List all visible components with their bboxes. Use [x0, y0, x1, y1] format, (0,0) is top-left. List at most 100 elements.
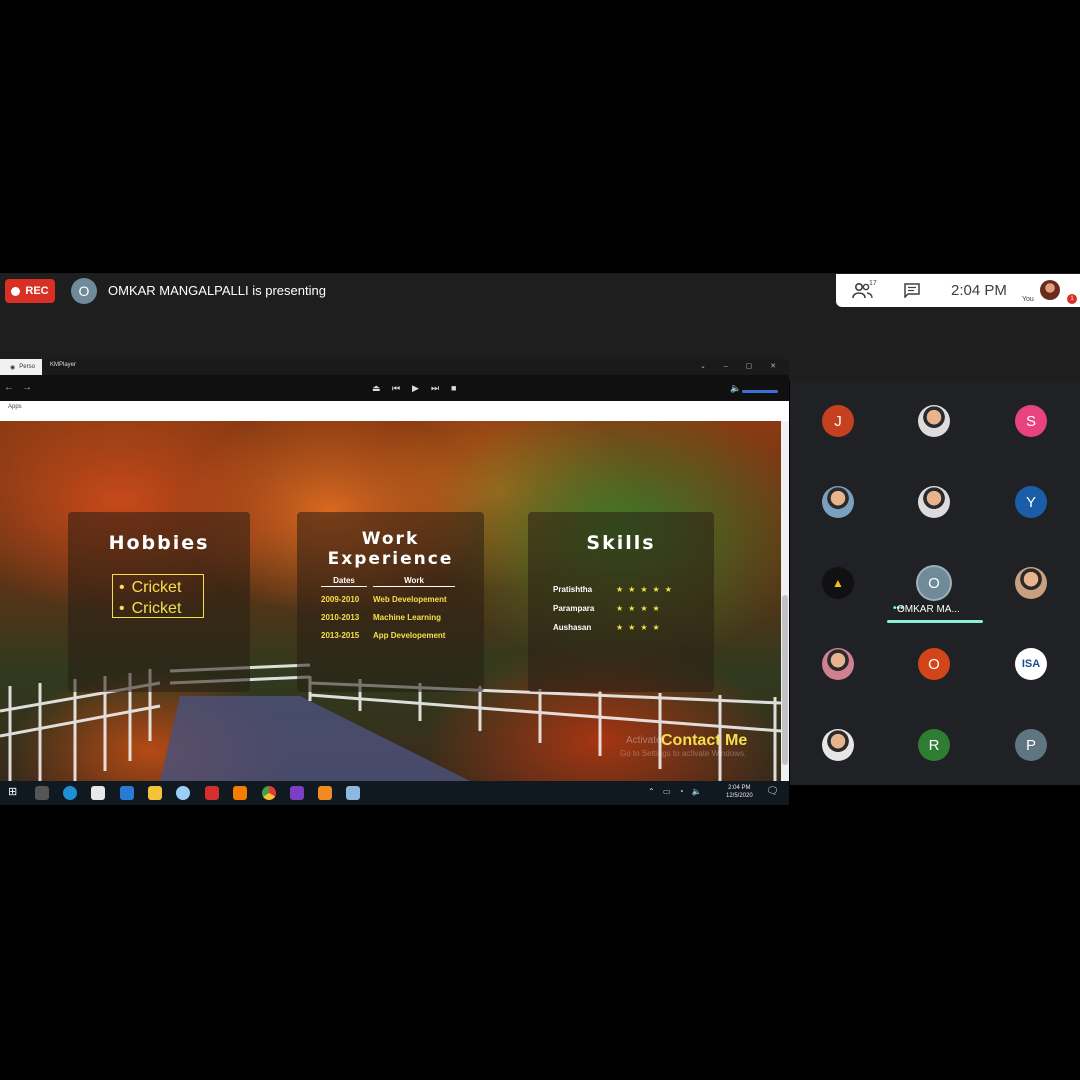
speaking-highlight-bar [887, 620, 983, 623]
work-title-cell: Web Developement [373, 595, 447, 604]
hobbies-title: Hobbies [108, 532, 210, 554]
taskbar-date: 12/5/2020 [726, 793, 753, 799]
taskbar-clock[interactable]: 2:04 PM 12/5/2020 [726, 784, 753, 800]
stop-icon[interactable]: ■ [451, 383, 456, 393]
volume-slider[interactable] [742, 390, 778, 393]
hobbies-card: Hobbies Cricket Cricket [68, 512, 250, 692]
hobbies-list: Cricket Cricket [112, 574, 204, 618]
work-title-cell: Machine Learning [373, 613, 442, 622]
participant-avatar[interactable]: R [918, 729, 950, 761]
skill-rating-stars: ★★★★ [616, 604, 665, 613]
dates-header: Dates [321, 576, 367, 587]
participant-initial: S [1025, 412, 1036, 430]
portfolio-page: Hobbies Cricket Cricket Work Experience … [0, 421, 781, 781]
previous-icon[interactable]: ⏮ [392, 383, 400, 394]
participant-initial: O [928, 574, 940, 592]
mail-icon[interactable] [120, 786, 134, 800]
notification-center-icon[interactable]: 🗨 [766, 786, 779, 797]
play-icon[interactable]: ▶ [412, 383, 419, 394]
participant-avatar[interactable]: S [1015, 405, 1047, 437]
speaking-participant-name: OMKAR MA... [897, 604, 960, 615]
warning-triangle-icon: ▲ [832, 576, 844, 590]
pdf-reader-icon[interactable] [205, 786, 219, 800]
system-tray-icons[interactable]: ⌃ ▭ ◔ 🔈 [648, 787, 705, 796]
hobby-item: Cricket [119, 577, 203, 598]
scrollbar-thumb[interactable] [782, 595, 788, 765]
notification-badge: 1 [1067, 294, 1077, 304]
hobby-item: Cricket [119, 598, 203, 619]
notepad-icon[interactable] [346, 786, 360, 800]
skill-name: Pratishtha [553, 585, 593, 594]
record-dot-icon [11, 286, 21, 296]
skills-card: Skills Pratishtha ★★★★★ Parampara ★★★★ A… [528, 512, 714, 692]
participant-avatar[interactable]: J [822, 405, 854, 437]
visual-studio-icon[interactable] [290, 786, 304, 800]
file-explorer-icon[interactable] [148, 786, 162, 800]
presenter-avatar: O [71, 278, 97, 304]
activate-windows-watermark: Activate [626, 735, 662, 746]
sublime-text-icon[interactable] [318, 786, 332, 800]
work-date-cell: 2010-2013 [321, 613, 360, 622]
participant-avatar[interactable]: Y [1015, 486, 1047, 518]
edge-browser-icon[interactable] [63, 786, 77, 800]
work-title-cell: App Developement [373, 631, 446, 640]
work-date-cell: 2013-2015 [321, 631, 360, 640]
photos-icon[interactable] [176, 786, 190, 800]
participant-avatar[interactable]: O [918, 648, 950, 680]
work-date-cell: 2009-2010 [321, 595, 360, 604]
skill-name: Parampara [553, 604, 595, 613]
skill-name: Aushasan [553, 623, 592, 632]
participant-initial: Y [1025, 493, 1036, 511]
browser-nav-arrows[interactable]: ←→ [4, 382, 40, 393]
app-icon[interactable] [233, 786, 247, 800]
participant-photo-avatar[interactable] [918, 486, 950, 518]
skill-rating-stars: ★★★★★ [616, 585, 677, 594]
chat-icon[interactable] [904, 283, 920, 298]
participant-photo-avatar[interactable] [822, 648, 854, 680]
presenting-status: OMKAR MANGALPALLI is presenting [108, 283, 326, 298]
player-app-label: KMPlayer [50, 362, 77, 368]
apps-shortcut[interactable]: Apps [8, 404, 22, 410]
task-view-icon[interactable] [35, 786, 49, 800]
browser-tab-label: Perso [19, 364, 35, 370]
activate-windows-subtext: Go to Settings to activate Windows. [620, 749, 747, 758]
window-controls[interactable]: ⌄ – ▢ ✕ [700, 362, 784, 370]
participant-initial: ISA [1021, 658, 1041, 670]
you-label: You [1022, 296, 1034, 303]
participant-initial: P [1025, 736, 1036, 754]
work-experience-title: Work Experience [327, 529, 454, 569]
shared-screen: ◉ Perso KMPlayer ⌄ – ▢ ✕ ←→ ⏏ ⏮ ▶ ⏭ ■ 🔈 … [0, 359, 789, 805]
participant-photo-avatar[interactable] [822, 486, 854, 518]
people-count-badge: 17 [869, 280, 877, 287]
player-titlebar [0, 359, 789, 375]
rec-label: REC [25, 285, 49, 297]
work-experience-card: Work Experience Dates Work 2009-2010 Web… [297, 512, 484, 692]
taskbar-time: 2:04 PM [728, 785, 751, 791]
participant-photo-avatar[interactable] [1015, 567, 1047, 599]
self-avatar[interactable] [1040, 280, 1060, 300]
chrome-favicon-icon: ◉ [10, 364, 16, 371]
participant-avatar[interactable]: O [918, 567, 950, 599]
participant-initial: R [928, 736, 940, 754]
store-icon[interactable] [91, 786, 105, 800]
next-icon[interactable]: ⏭ [431, 383, 439, 394]
participant-logo-avatar[interactable]: ISA [1015, 648, 1047, 680]
skills-title: Skills [586, 532, 656, 554]
bookmarks-bar [0, 401, 789, 421]
participant-initial: J [834, 412, 842, 430]
browser-tab[interactable]: ◉ Perso [0, 359, 42, 375]
windows-start-icon[interactable]: ⊞ [8, 785, 17, 798]
recording-badge: REC [5, 279, 55, 303]
participant-logo-avatar[interactable]: ▲ [822, 567, 854, 599]
participant-initial: O [928, 655, 940, 673]
work-header: Work [373, 576, 455, 587]
skill-rating-stars: ★★★★ [616, 623, 665, 632]
volume-icon[interactable]: 🔈 [730, 383, 741, 394]
meeting-clock: 2:04 PM [951, 282, 1007, 299]
participant-avatar[interactable]: P [1015, 729, 1047, 761]
participant-photo-avatar[interactable] [918, 405, 950, 437]
participant-photo-avatar[interactable] [822, 729, 854, 761]
contact-me-button[interactable]: Contact Me [661, 732, 747, 750]
chrome-icon[interactable] [262, 786, 276, 800]
eject-icon[interactable]: ⏏ [372, 383, 381, 394]
